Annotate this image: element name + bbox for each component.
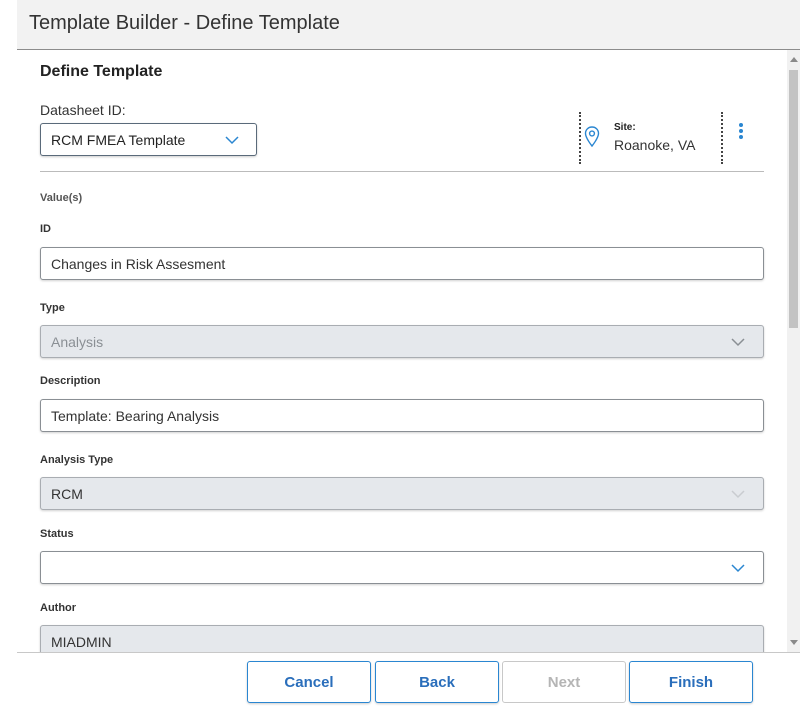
scroll-up-icon[interactable] [790,57,798,62]
status-label: Status [40,528,74,540]
description-label: Description [40,375,101,387]
define-template-panel: Define Template Datasheet ID: RCM FMEA T… [17,50,787,652]
status-select[interactable] [40,551,764,584]
site-divider-right [721,112,723,164]
wizard-footer: Cancel Back Next Finish [17,652,800,706]
chevron-down-icon [225,136,239,145]
description-field[interactable]: Template: Bearing Analysis [40,399,764,432]
id-label: ID [40,223,51,235]
window-title: Template Builder - Define Template [29,12,340,34]
description-value: Template: Bearing Analysis [51,408,220,424]
id-field[interactable]: Changes in Risk Assesment [40,247,764,280]
analysis-type-value: RCM [51,486,83,502]
datasheet-label: Datasheet ID: [40,102,126,118]
scroll-down-icon[interactable] [790,640,798,645]
next-button: Next [502,661,626,703]
datasheet-value: RCM FMEA Template [51,132,186,148]
finish-button[interactable]: Finish [629,661,753,703]
map-pin-icon [584,126,600,148]
analysis-type-label: Analysis Type [40,454,114,466]
header-divider [40,171,764,172]
back-button[interactable]: Back [375,661,499,703]
chevron-down-icon [731,490,745,499]
site-value: Roanoke, VA [614,137,696,153]
author-field: MIADMIN [40,625,764,652]
chevron-down-icon [731,338,745,347]
site-label: Site: [614,122,636,133]
site-divider-left [579,112,581,164]
vertical-scrollbar[interactable] [787,50,800,652]
kebab-menu-icon[interactable] [737,123,745,143]
author-label: Author [40,602,77,614]
cancel-button[interactable]: Cancel [247,661,371,703]
values-header: Value(s) [40,192,83,204]
type-value: Analysis [51,334,104,350]
scrollbar-thumb[interactable] [789,70,798,328]
id-value: Changes in Risk Assesment [51,256,226,272]
analysis-type-select: RCM [40,477,764,510]
chevron-down-icon [731,564,745,573]
datasheet-select[interactable]: RCM FMEA Template [40,123,257,156]
type-select: Analysis [40,325,764,358]
window-titlebar: Template Builder - Define Template [17,0,800,50]
type-label: Type [40,302,65,314]
section-title: Define Template [40,63,163,80]
author-value: MIADMIN [51,634,112,650]
